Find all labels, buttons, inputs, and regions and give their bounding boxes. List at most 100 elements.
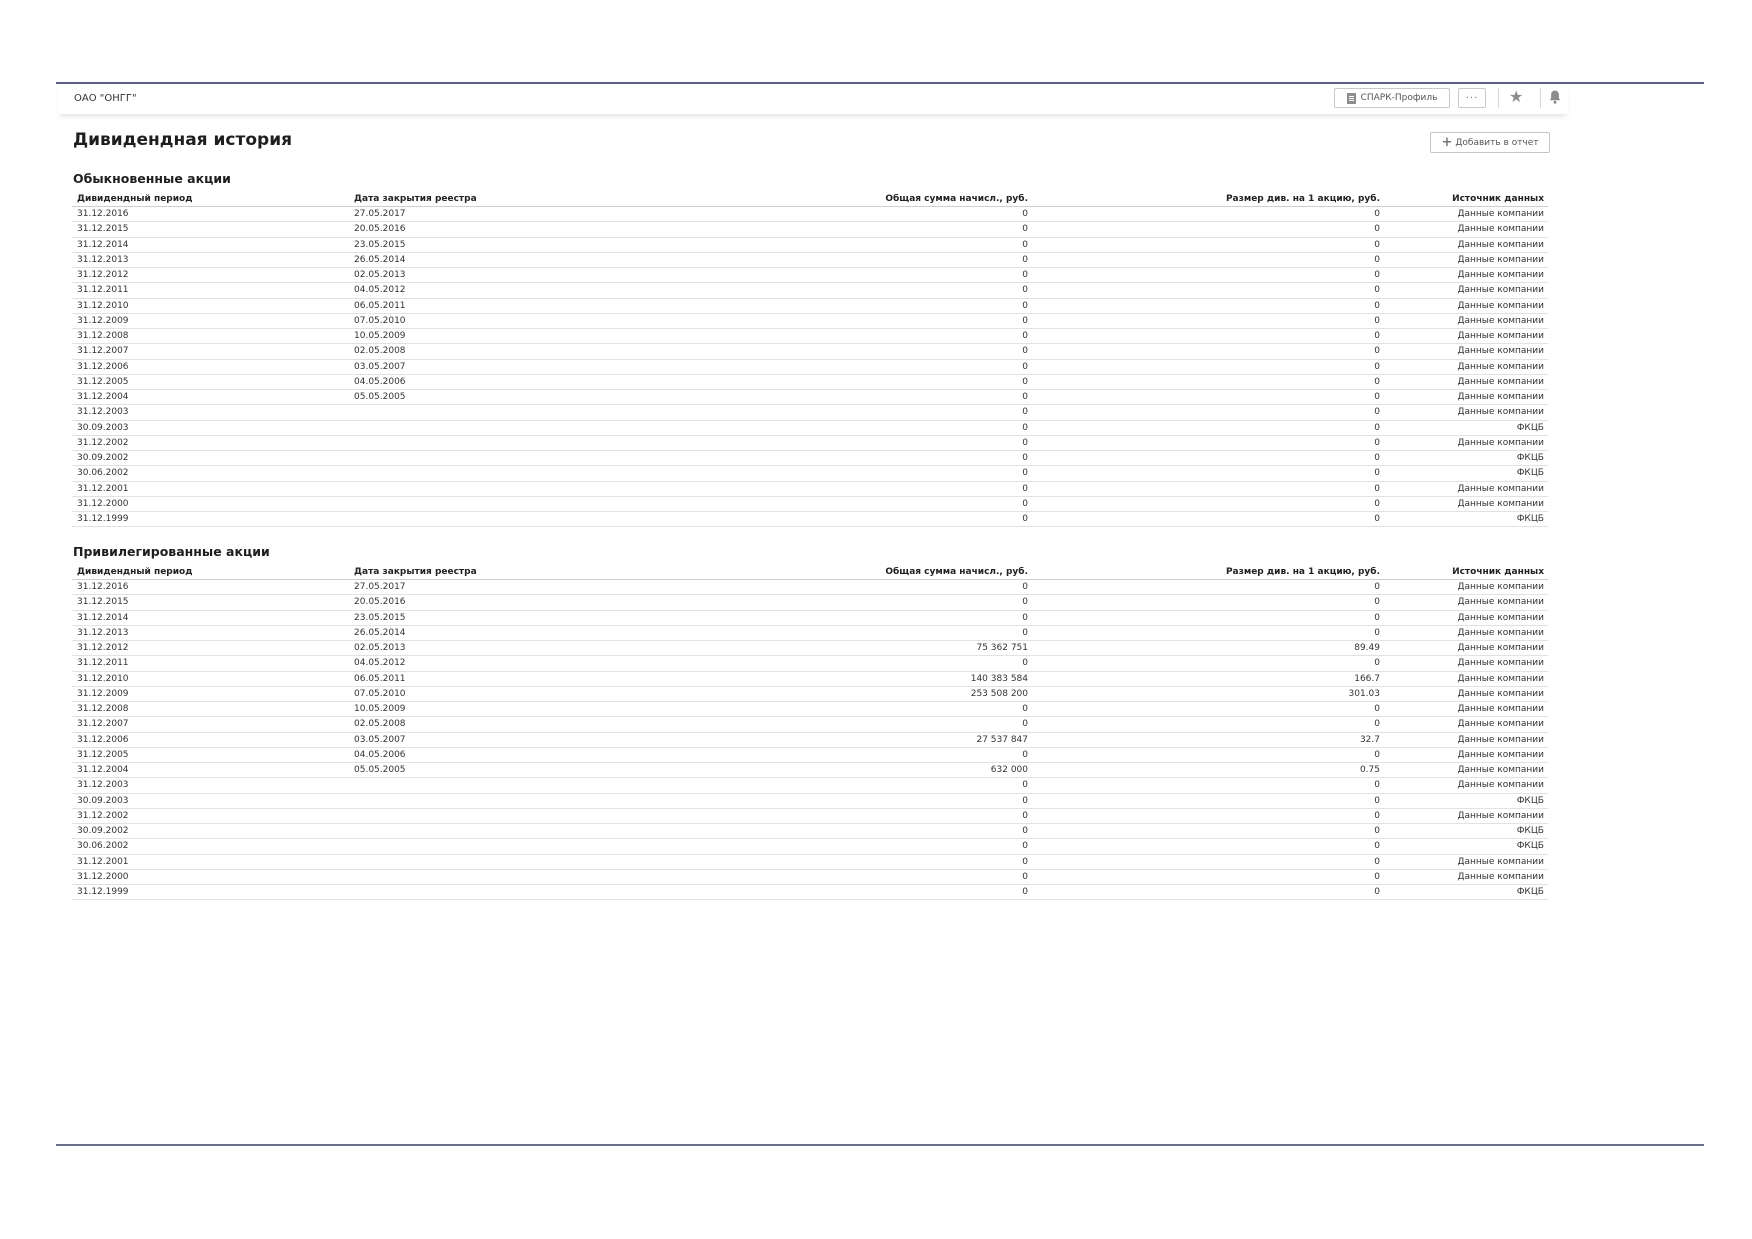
column-header-period: Дивидендный период: [77, 567, 193, 577]
source-cell: ФКЦБ: [1516, 422, 1544, 433]
total-amount-cell: 27 537 847: [976, 734, 1028, 745]
table-row: 31.12.2007 02.05.2008 0 0 Данные компании: [72, 717, 1548, 733]
total-amount-cell: 632 000: [990, 765, 1028, 775]
source-cell: Данные компании: [1457, 315, 1544, 326]
toolbar-separator: [1540, 88, 1541, 108]
registry-close-date-cell: 23.05.2015: [354, 239, 406, 250]
registry-close-date-cell: 26.05.2014: [354, 627, 406, 638]
source-cell: Данные компании: [1457, 597, 1544, 608]
per-share-cell: 0: [1374, 498, 1380, 509]
total-amount-cell: 0: [1022, 285, 1028, 296]
per-share-cell: 0: [1374, 841, 1380, 852]
total-amount-cell: 0: [1022, 871, 1028, 882]
table-row: 31.12.2015 20.05.2016 0 0 Данные компании: [72, 595, 1548, 611]
table-row: 31.12.2014 23.05.2015 0 0 Данные компании: [72, 238, 1548, 253]
per-share-cell: 0: [1374, 780, 1380, 791]
source-cell: Данные компании: [1457, 346, 1544, 357]
column-header-per-share: Размер див. на 1 акцию, руб.: [1225, 567, 1380, 577]
per-share-cell: 0: [1374, 795, 1380, 806]
ordinary-shares-title: Обыкновенные акции: [73, 171, 231, 186]
total-amount-cell: 0: [1022, 407, 1028, 418]
source-cell: Данные компании: [1457, 224, 1544, 235]
source-cell: Данные компании: [1457, 239, 1544, 250]
table-row: 31.12.2005 04.05.2006 0 0 Данные компании: [72, 748, 1548, 763]
document-icon: [1346, 92, 1356, 104]
total-amount-cell: 0: [1022, 514, 1028, 524]
total-amount-cell: 140 383 584: [970, 673, 1028, 684]
per-share-cell: 0: [1374, 810, 1380, 821]
period-cell: 31.12.2001: [77, 483, 129, 494]
per-share-cell: 0.75: [1359, 765, 1380, 775]
total-amount-cell: 0: [1022, 346, 1028, 357]
registry-close-date-cell: 27.05.2017: [354, 209, 406, 219]
source-cell: Данные компании: [1457, 780, 1544, 791]
table-row: 31.12.2015 20.05.2016 0 0 Данные компании: [72, 222, 1548, 238]
table-row: 31.12.2002 0 0 Данные компании: [72, 809, 1548, 824]
total-amount-cell: 0: [1022, 719, 1028, 730]
per-share-cell: 0: [1374, 887, 1380, 897]
total-amount-cell: 0: [1022, 315, 1028, 326]
total-amount-cell: 0: [1022, 826, 1028, 836]
period-cell: 30.09.2003: [77, 795, 129, 806]
period-cell: 31.12.2004: [77, 765, 129, 775]
period-cell: 31.12.2007: [77, 346, 129, 357]
table-row: 31.12.2011 04.05.2012 0 0 Данные компании: [72, 656, 1548, 672]
per-share-cell: 0: [1374, 239, 1380, 250]
per-share-cell: 0: [1374, 627, 1380, 638]
per-share-cell: 0: [1374, 437, 1380, 448]
add-to-report-label: Добавить в отчет: [1455, 137, 1539, 148]
table-row: 31.12.2009 07.05.2010 0 0 Данные компании: [72, 314, 1548, 329]
star-icon[interactable]: ★: [1509, 87, 1523, 106]
spark-profile-button[interactable]: СПАРК-Профиль: [1334, 88, 1450, 108]
table-row: 31.12.2013 26.05.2014 0 0 Данные компании: [72, 253, 1548, 268]
table-row: 31.12.2016 27.05.2017 0 0 Данные компании: [72, 580, 1548, 596]
source-cell: Данные компании: [1457, 483, 1544, 494]
registry-close-date-cell: 02.05.2008: [354, 346, 406, 357]
per-share-cell: 32.7: [1359, 734, 1380, 745]
period-cell: 31.12.2008: [77, 704, 129, 714]
registry-close-date-cell: 04.05.2012: [354, 658, 406, 669]
registry-close-date-cell: 02.05.2013: [354, 270, 406, 280]
table-row: 31.12.1999 0 0 ФКЦБ: [72, 512, 1548, 528]
per-share-cell: 0: [1374, 285, 1380, 296]
per-share-cell: 0: [1374, 224, 1380, 235]
period-cell: 31.12.2012: [77, 270, 129, 280]
period-cell: 31.12.2014: [77, 239, 129, 250]
more-button[interactable]: ···: [1458, 88, 1486, 108]
table-row: 31.12.2005 04.05.2006 0 0 Данные компании: [72, 375, 1548, 390]
source-cell: ФКЦБ: [1516, 887, 1544, 897]
per-share-cell: 0: [1374, 749, 1380, 760]
preferred-shares-title: Привилегированные акции: [73, 544, 270, 559]
period-cell: 31.12.2009: [77, 315, 129, 326]
source-cell: Данные компании: [1457, 673, 1544, 684]
per-share-cell: 0: [1374, 719, 1380, 730]
source-cell: ФКЦБ: [1516, 453, 1544, 463]
per-share-cell: 0: [1374, 453, 1380, 463]
total-amount-cell: 0: [1022, 209, 1028, 219]
period-cell: 30.06.2002: [77, 468, 129, 479]
ordinary-shares-table: Дивидендный период Дата закрытия реестра О…: [72, 193, 1548, 528]
toolbar-separator: [1498, 88, 1499, 108]
period-cell: 31.12.2000: [77, 871, 129, 882]
source-cell: Данные компании: [1457, 734, 1544, 745]
add-to-report-button[interactable]: + Добавить в отчет: [1430, 132, 1550, 153]
table-row: 31.12.2003 0 0 Данные компании: [72, 405, 1548, 421]
more-icon: ···: [1465, 92, 1479, 104]
period-cell: 31.12.2004: [77, 392, 129, 402]
table-row: 31.12.2004 05.05.2005 632 000 0.75 Данные ко…: [72, 763, 1548, 779]
table-header-row: Дивидендный период Дата закрытия реестра О…: [72, 566, 1548, 580]
period-cell: 31.12.2013: [77, 254, 129, 265]
bell-icon[interactable]: [1548, 89, 1562, 105]
table-header-row: Дивидендный период Дата закрытия реестра О…: [72, 193, 1548, 207]
registry-close-date-cell: 02.05.2008: [354, 719, 406, 730]
registry-close-date-cell: 27.05.2017: [354, 582, 406, 592]
total-amount-cell: 0: [1022, 887, 1028, 897]
spark-profile-label: СПАРК-Профиль: [1360, 93, 1438, 103]
table-row: 31.12.2016 27.05.2017 0 0 Данные компании: [72, 207, 1548, 223]
total-amount-cell: 0: [1022, 422, 1028, 433]
source-cell: ФКЦБ: [1516, 468, 1544, 479]
registry-close-date-cell: 02.05.2013: [354, 643, 406, 653]
total-amount-cell: 0: [1022, 239, 1028, 250]
table-row: 31.12.2010 06.05.2011 140 383 584 166.7 Данн…: [72, 672, 1548, 687]
column-header-total-amount: Общая сумма начисл., руб.: [885, 194, 1028, 204]
